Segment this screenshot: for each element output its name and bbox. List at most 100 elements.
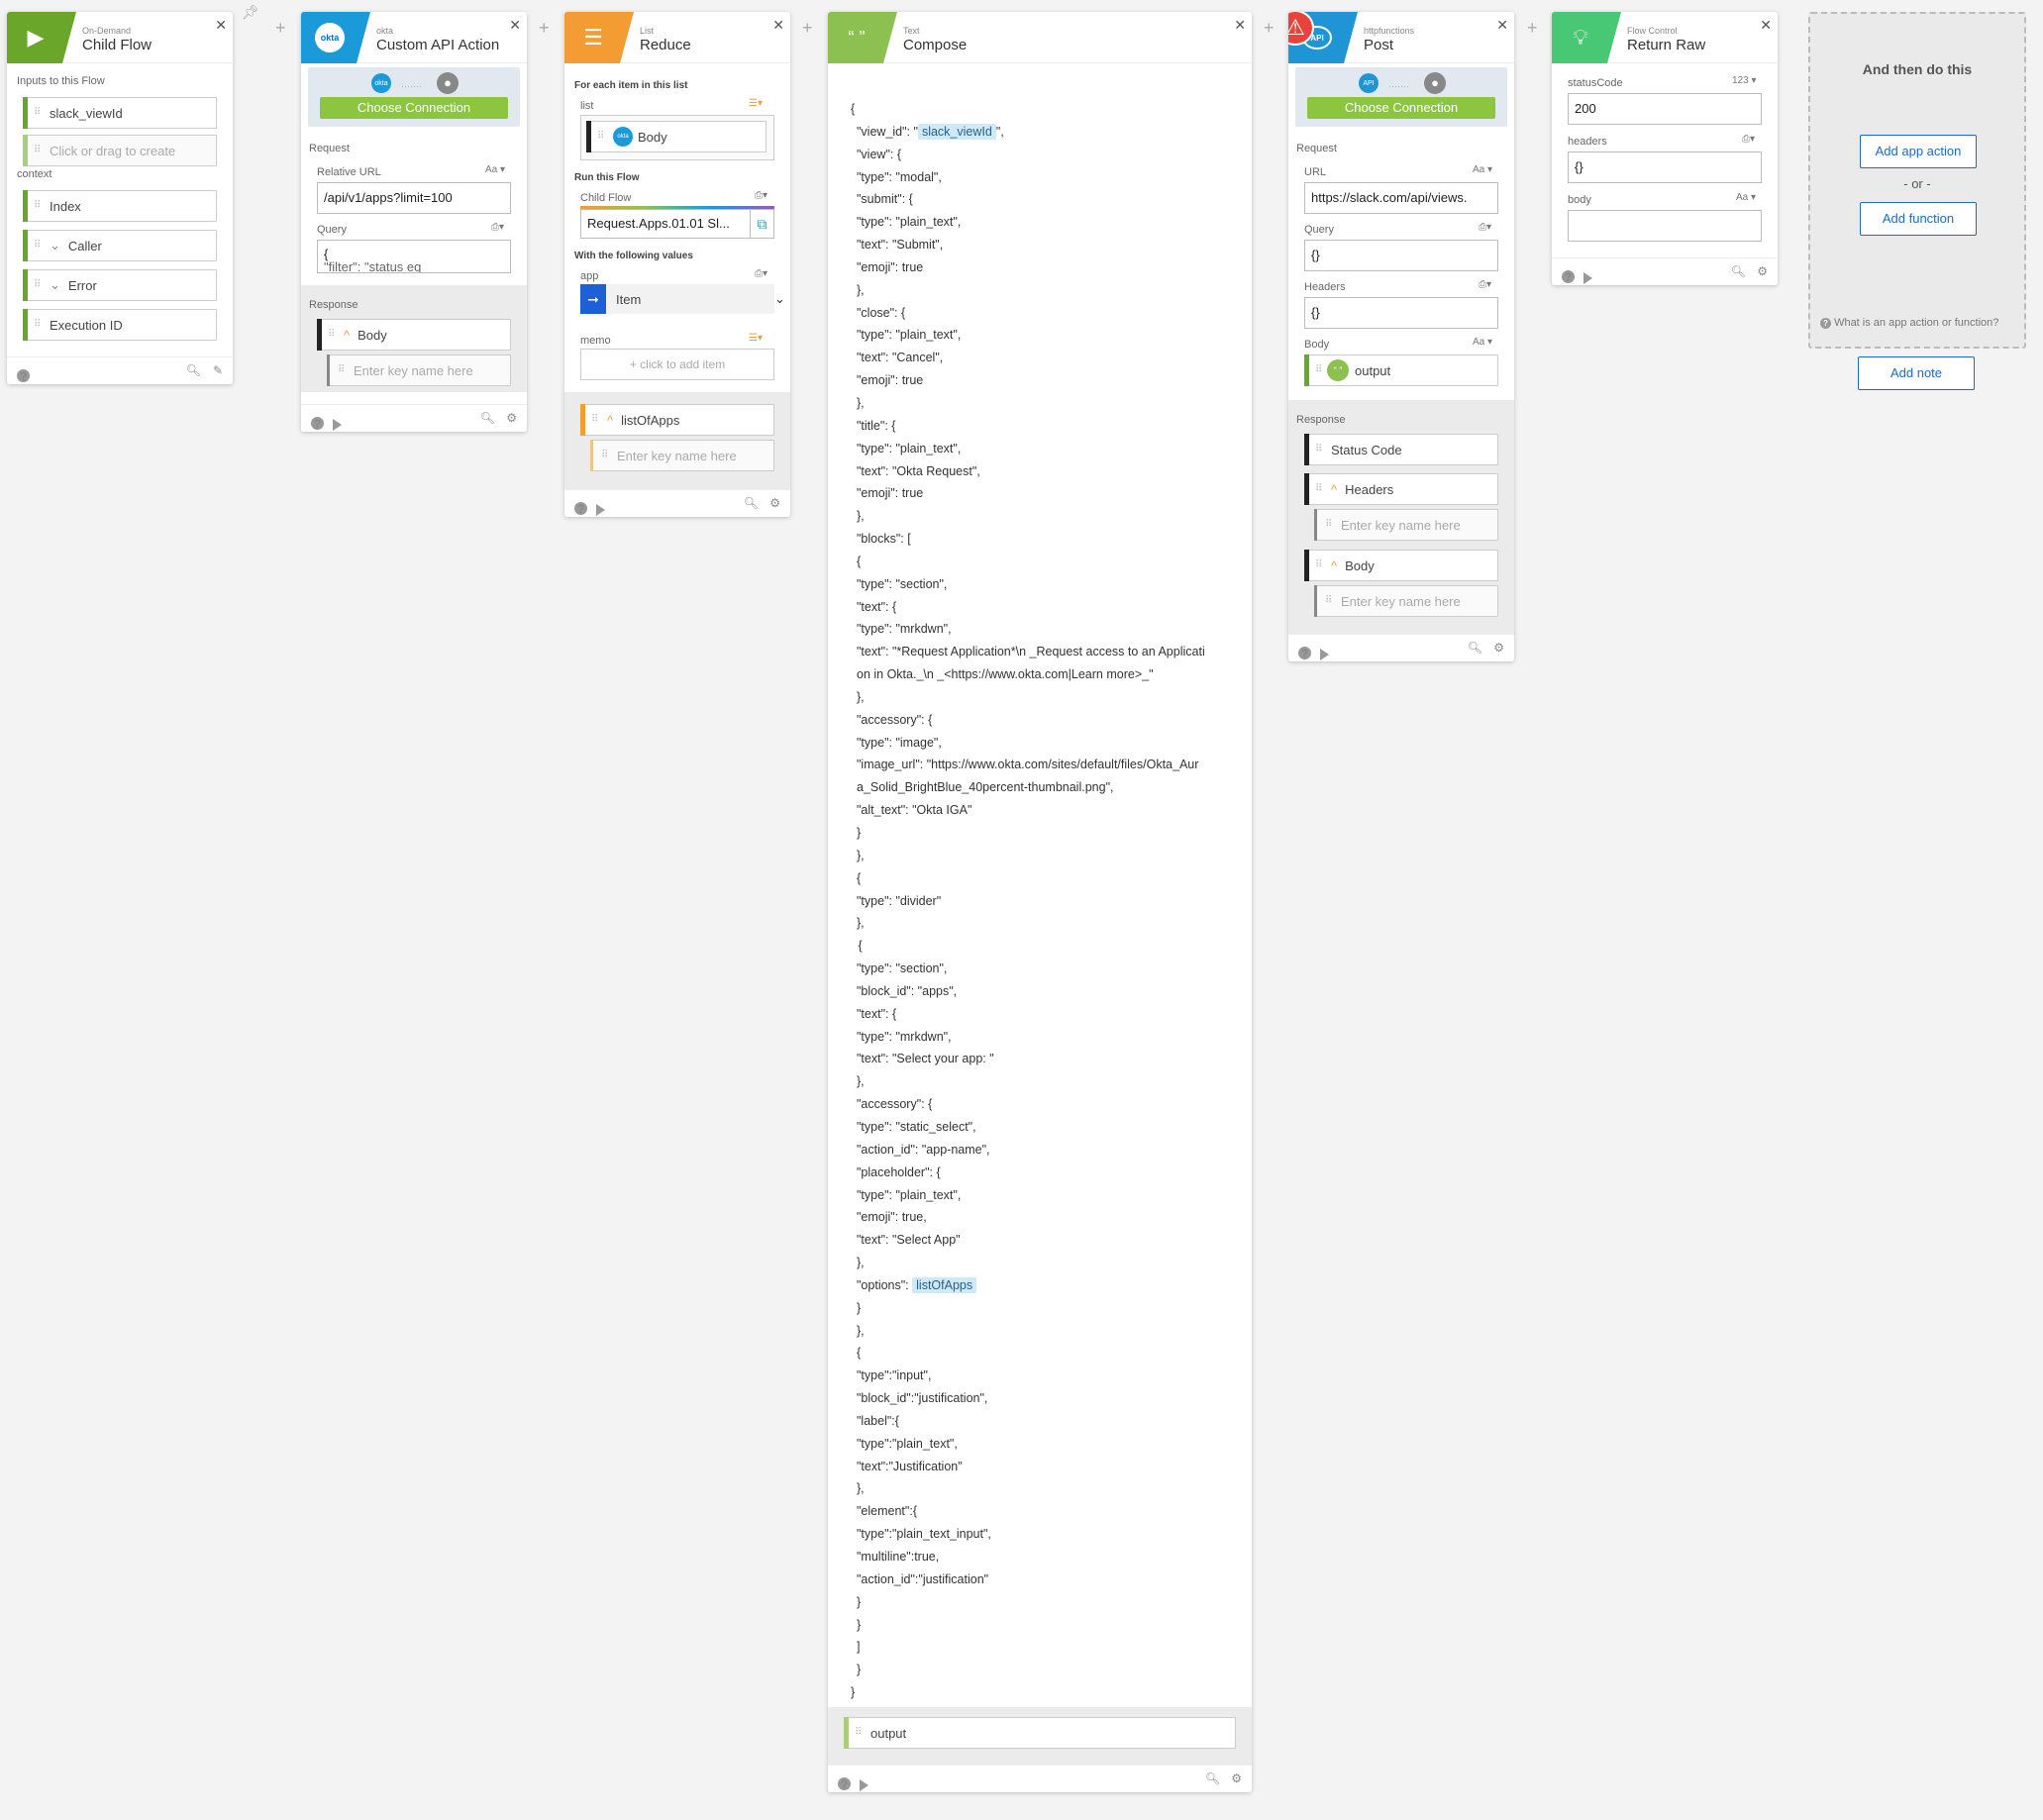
variable-chip-slack-viewid[interactable]: slack_viewId — [917, 123, 996, 140]
card-header[interactable]: okta okta Custom API Action ✕ — [301, 12, 527, 63]
variable-chip-list-of-apps[interactable]: listOfApps — [912, 1276, 977, 1293]
key-name-input[interactable]: ⠿ Enter key name here — [327, 354, 511, 386]
chevron-up-icon[interactable]: ^ — [1331, 558, 1337, 573]
add-step-icon[interactable]: + — [539, 18, 550, 39]
json-type-selector[interactable]: ⎙▾ — [755, 190, 767, 201]
input-slack-viewid[interactable]: ⠿ slack_viewId — [23, 97, 217, 129]
chevron-down-icon[interactable]: ⌄ — [774, 291, 785, 307]
response-status-code[interactable]: ⠿ Status Code — [1304, 434, 1498, 465]
context-index[interactable]: ⠿ Index — [23, 190, 217, 222]
query-input[interactable]: {} — [1304, 240, 1498, 271]
card-return-raw[interactable]: 💡︎ Flow Control Return Raw ✕ statusCode … — [1552, 12, 1778, 285]
search-icon[interactable]: 🔍︎ — [1731, 264, 1746, 278]
chevron-up-icon[interactable]: ^ — [344, 328, 350, 343]
choose-connection-button[interactable]: Choose Connection — [1307, 97, 1495, 119]
type-selector[interactable]: Aa ▾ — [1473, 164, 1492, 175]
body-output-pill[interactable]: ⠿ “ ” output — [1304, 354, 1498, 386]
card-post[interactable]: API httpfunctions Post ✕ ⚠ API ······· ●… — [1288, 12, 1514, 661]
add-step-icon[interactable]: + — [275, 18, 286, 39]
pin-icon[interactable]: 📌︎ — [242, 4, 259, 21]
list-type-selector[interactable]: ☰▾ — [749, 98, 763, 109]
choose-connection-button[interactable]: Choose Connection — [320, 97, 508, 119]
close-icon[interactable]: ✕ — [1760, 17, 1772, 34]
help-link[interactable]: ? What is an app action or function? — [1820, 317, 2020, 329]
json-type-selector[interactable]: ⎙▾ — [1479, 279, 1491, 290]
search-icon[interactable]: 🔍︎ — [1205, 1771, 1220, 1785]
add-step-icon[interactable]: + — [1527, 18, 1538, 39]
headers-input[interactable]: {} — [1568, 152, 1762, 183]
chevron-up-icon[interactable]: ^ — [607, 413, 613, 428]
search-icon[interactable]: 🔍︎ — [480, 411, 495, 425]
query-input[interactable]: {"filter": "status eq — [317, 240, 511, 273]
add-step-icon[interactable]: + — [802, 18, 813, 39]
type-selector[interactable]: Aa ▾ — [1473, 337, 1492, 348]
context-execution-id[interactable]: ⠿ Execution ID — [23, 309, 217, 341]
add-function-button[interactable]: Add function — [1860, 202, 1977, 236]
search-icon[interactable]: 🔍︎ — [744, 496, 759, 510]
app-value-item[interactable]: ➞ Item — [580, 284, 774, 314]
card-header[interactable]: API httpfunctions Post ✕ — [1288, 12, 1514, 63]
close-icon[interactable]: ✕ — [215, 17, 227, 34]
json-type-selector[interactable]: ⎙▾ — [1742, 134, 1755, 145]
list-item-body[interactable]: ⠿ okta Body — [586, 121, 766, 152]
context-caller[interactable]: ⠿ ⌄ Caller — [23, 230, 217, 261]
json-type-selector[interactable]: ⎙▾ — [755, 268, 767, 279]
close-icon[interactable]: ✕ — [772, 17, 784, 34]
json-type-selector[interactable]: ⎙▾ — [491, 222, 504, 233]
card-header[interactable]: 💡︎ Flow Control Return Raw ✕ — [1552, 12, 1778, 63]
card-header[interactable]: ☰ List Reduce ✕ — [564, 12, 790, 63]
list-type-selector[interactable]: ☰▾ — [749, 333, 763, 344]
key-name-input[interactable]: ⠿ Enter key name here — [590, 440, 774, 471]
search-icon[interactable]: 🔍︎ — [186, 363, 201, 377]
type-selector[interactable]: Aa ▾ — [1736, 192, 1756, 203]
chevron-up-icon[interactable]: ^ — [1331, 482, 1337, 497]
output-pill[interactable]: ⠿ output — [844, 1717, 1236, 1749]
create-input-placeholder[interactable]: ⠿ Click or drag to create — [23, 135, 217, 166]
response-body[interactable]: ⠿ ^ Body — [317, 319, 511, 351]
external-link-icon[interactable]: ⧉ — [751, 209, 774, 239]
card-header[interactable]: ▶ On-Demand Child Flow ✕ — [7, 12, 233, 63]
status-code-input[interactable]: 200 — [1568, 93, 1762, 125]
output-list-of-apps[interactable]: ⠿ ^ listOfApps — [580, 404, 774, 436]
drag-handle-icon[interactable]: ⠿ — [34, 241, 42, 251]
pencil-icon[interactable]: ✎ — [213, 363, 223, 377]
card-custom-api-action[interactable]: okta okta Custom API Action ✕ okta ·····… — [301, 12, 527, 432]
body-input[interactable] — [1568, 210, 1762, 242]
gear-icon[interactable]: ⚙ — [1757, 264, 1768, 278]
context-error[interactable]: ⠿ ⌄ Error — [23, 269, 217, 301]
close-icon[interactable]: ✕ — [1234, 17, 1246, 34]
gear-icon[interactable]: ⚙ — [1231, 1771, 1242, 1785]
card-header[interactable]: “ ” Text Compose ✕ — [828, 12, 1252, 63]
memo-add-item[interactable]: + click to add item — [580, 349, 774, 380]
search-icon[interactable]: 🔍︎ — [1468, 641, 1482, 655]
drag-handle-icon[interactable]: ⠿ — [34, 108, 42, 118]
url-input[interactable]: https://slack.com/api/views. — [1304, 182, 1498, 214]
key-name-input[interactable]: ⠿ Enter key name here — [1314, 509, 1498, 541]
relative-url-input[interactable]: /api/v1/apps?limit=100 — [317, 182, 511, 214]
response-headers[interactable]: ⠿ ^ Headers — [1304, 473, 1498, 505]
drag-handle-icon[interactable]: ⠿ — [34, 320, 42, 330]
chevron-down-icon[interactable]: ⌄ — [50, 277, 60, 293]
close-icon[interactable]: ✕ — [509, 17, 521, 34]
gear-icon[interactable]: ⚙ — [506, 411, 517, 425]
card-compose[interactable]: “ ” Text Compose ✕ {"view_id": " slack_vi… — [828, 12, 1252, 1792]
add-note-button[interactable]: Add note — [1858, 356, 1975, 390]
drag-handle-icon[interactable]: ⠿ — [328, 330, 336, 340]
response-body[interactable]: ⠿ ^ Body — [1304, 550, 1498, 581]
drag-handle-icon[interactable]: ⠿ — [34, 201, 42, 211]
close-icon[interactable]: ✕ — [1496, 17, 1508, 34]
number-type-selector[interactable]: 123 ▾ — [1732, 75, 1757, 86]
json-type-selector[interactable]: ⎙▾ — [1479, 222, 1491, 233]
gear-icon[interactable]: ⚙ — [769, 496, 780, 510]
gear-icon[interactable]: ⚙ — [1493, 641, 1504, 655]
card-child-flow[interactable]: ▶ On-Demand Child Flow ✕ Inputs to this … — [7, 12, 233, 384]
chevron-down-icon[interactable]: ⌄ — [50, 238, 60, 253]
add-step-icon[interactable]: + — [1264, 18, 1275, 39]
key-name-input[interactable]: ⠿ Enter key name here — [1314, 585, 1498, 617]
child-flow-select[interactable]: Request.Apps.01.01 Sl... — [580, 209, 751, 239]
drag-handle-icon[interactable]: ⠿ — [34, 280, 42, 290]
headers-input[interactable]: {} — [1304, 297, 1498, 329]
type-selector[interactable]: Aa ▾ — [485, 164, 505, 175]
compose-text-editor[interactable]: {"view_id": " slack_viewId ", "view": {"typ… — [851, 98, 1231, 1704]
add-app-action-button[interactable]: Add app action — [1860, 135, 1977, 168]
